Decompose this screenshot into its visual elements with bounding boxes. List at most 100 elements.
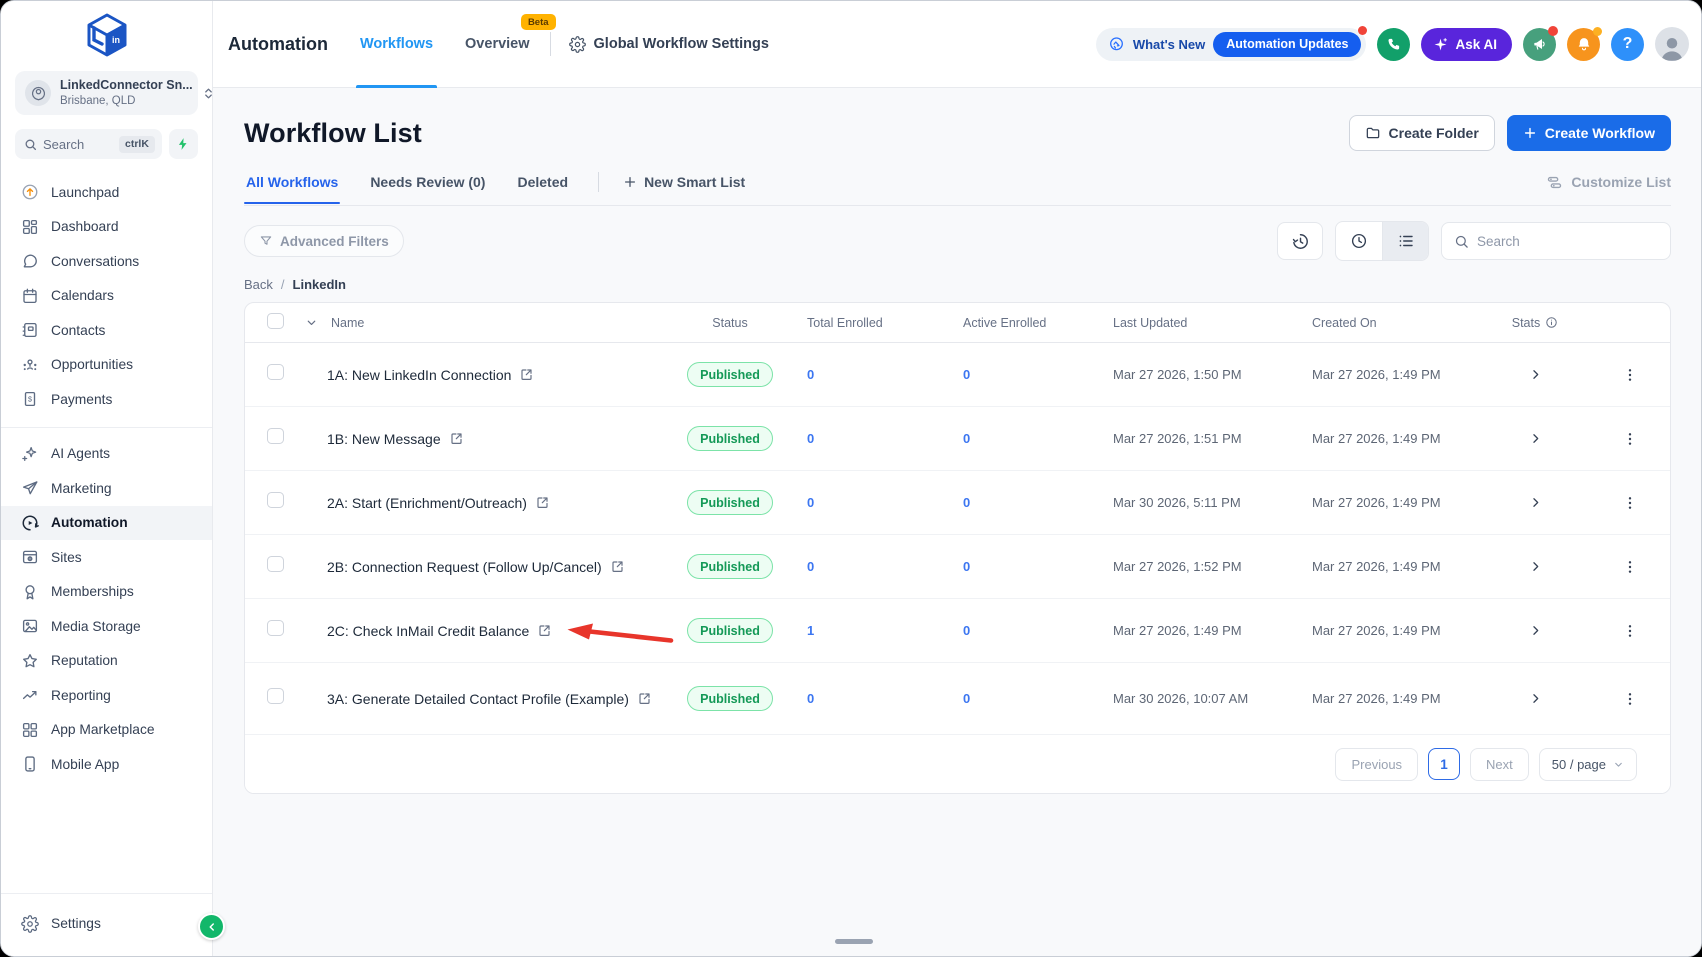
sidebar-item-reporting[interactable]: Reporting — [1, 678, 212, 713]
announcements-button[interactable] — [1523, 28, 1556, 61]
row-checkbox[interactable] — [267, 492, 284, 509]
kebab-menu-icon[interactable] — [1585, 691, 1671, 707]
new-smart-list-button[interactable]: New Smart List — [623, 174, 745, 203]
sidebar-item-reputation[interactable]: Reputation — [1, 644, 212, 679]
tab-workflows[interactable]: Workflows — [356, 1, 437, 87]
chevron-right-icon[interactable] — [1528, 559, 1543, 574]
create-folder-button[interactable]: Create Folder — [1349, 115, 1495, 151]
sidebar-item-payments[interactable]: $ Payments — [1, 382, 212, 417]
external-link-icon[interactable] — [535, 495, 550, 510]
page-number-button[interactable]: 1 — [1428, 748, 1460, 780]
advanced-filters-button[interactable]: Advanced Filters — [244, 225, 404, 257]
previous-page-button[interactable]: Previous — [1335, 748, 1418, 781]
enrollment-history-button[interactable] — [1277, 222, 1323, 260]
sidebar-item-app-marketplace[interactable]: App Marketplace — [1, 713, 212, 748]
chevron-right-icon[interactable] — [1528, 431, 1543, 446]
chevron-right-icon[interactable] — [1528, 623, 1543, 638]
account-switcher[interactable]: LinkedConnector Sn... Brisbane, QLD — [15, 71, 198, 115]
row-checkbox[interactable] — [267, 620, 284, 637]
kebab-menu-icon[interactable] — [1585, 367, 1671, 383]
workflow-name[interactable]: 2B: Connection Request (Follow Up/Cancel… — [327, 559, 602, 575]
row-checkbox[interactable] — [267, 688, 284, 705]
active-enrolled-value[interactable]: 0 — [935, 367, 1095, 382]
whats-new-button[interactable]: What's New Automation Updates — [1096, 28, 1367, 61]
sidebar-item-automation[interactable]: Automation — [1, 506, 212, 541]
total-enrolled-value[interactable]: 1 — [785, 623, 935, 638]
sidebar-item-contacts[interactable]: Contacts — [1, 313, 212, 348]
tab-deleted[interactable]: Deleted — [515, 174, 570, 203]
user-avatar[interactable] — [1655, 27, 1689, 61]
sidebar-item-launchpad[interactable]: Launchpad — [1, 175, 212, 210]
kebab-menu-icon[interactable] — [1585, 495, 1671, 511]
sidebar-item-sites[interactable]: Sites — [1, 540, 212, 575]
sidebar-item-ai-agents[interactable]: AI Agents — [1, 437, 212, 472]
tab-overview[interactable]: Overview Beta — [461, 1, 534, 87]
external-link-icon[interactable] — [449, 431, 464, 446]
notifications-button[interactable] — [1567, 28, 1600, 61]
list-search[interactable] — [1441, 222, 1671, 260]
global-workflow-settings-link[interactable]: Global Workflow Settings — [569, 1, 769, 87]
sidebar-search-input[interactable] — [43, 137, 113, 152]
sidebar-item-media-storage[interactable]: Media Storage — [1, 609, 212, 644]
ask-ai-button[interactable]: Ask AI — [1421, 28, 1512, 61]
external-link-icon[interactable] — [610, 559, 625, 574]
page-size-select[interactable]: 50 / page — [1539, 748, 1637, 781]
sidebar-collapse-button[interactable] — [198, 913, 225, 940]
workflow-name[interactable]: 1B: New Message — [327, 431, 441, 447]
active-enrolled-value[interactable]: 0 — [935, 431, 1095, 446]
app-logo[interactable]: in — [83, 11, 131, 59]
chevron-right-icon[interactable] — [1528, 495, 1543, 510]
active-enrolled-value[interactable]: 0 — [935, 623, 1095, 638]
sidebar-item-memberships[interactable]: Memberships — [1, 575, 212, 610]
next-page-button[interactable]: Next — [1470, 748, 1529, 781]
active-enrolled-value[interactable]: 0 — [935, 691, 1095, 706]
sidebar-item-mobile-app[interactable]: Mobile App — [1, 747, 212, 782]
sidebar-item-dashboard[interactable]: Dashboard — [1, 210, 212, 245]
total-enrolled-value[interactable]: 0 — [785, 495, 935, 510]
sidebar-search[interactable]: ctrlK — [15, 129, 162, 159]
workflow-name[interactable]: 3A: Generate Detailed Contact Profile (E… — [327, 691, 629, 707]
chevron-right-icon[interactable] — [1528, 367, 1543, 382]
customize-list-button[interactable]: Customize List — [1546, 174, 1671, 204]
kebab-menu-icon[interactable] — [1585, 623, 1671, 639]
row-checkbox[interactable] — [267, 428, 284, 445]
list-search-input[interactable] — [1477, 234, 1658, 249]
total-enrolled-value[interactable]: 0 — [785, 691, 935, 706]
automation-updates-pill[interactable]: Automation Updates — [1213, 32, 1361, 57]
workflow-name[interactable]: 2C: Check InMail Credit Balance — [327, 623, 529, 639]
list-view-button[interactable] — [1382, 222, 1428, 260]
row-checkbox[interactable] — [267, 364, 284, 381]
sidebar-item-conversations[interactable]: Conversations — [1, 244, 212, 279]
breadcrumb-back[interactable]: Back — [244, 277, 273, 292]
question-mark-icon: ? — [1623, 35, 1633, 53]
external-link-icon[interactable] — [519, 367, 534, 382]
total-enrolled-value[interactable]: 0 — [785, 367, 935, 382]
active-enrolled-value[interactable]: 0 — [935, 495, 1095, 510]
time-view-button[interactable] — [1336, 222, 1382, 260]
quick-actions-button[interactable] — [169, 129, 198, 159]
chevron-right-icon[interactable] — [1528, 691, 1543, 706]
sidebar-item-marketing[interactable]: Marketing — [1, 471, 212, 506]
tab-all-workflows[interactable]: All Workflows — [244, 174, 340, 203]
tab-needs-review[interactable]: Needs Review (0) — [368, 174, 487, 203]
workflow-name[interactable]: 2A: Start (Enrichment/Outreach) — [327, 495, 527, 511]
external-link-icon[interactable] — [637, 691, 652, 706]
select-all-checkbox[interactable] — [267, 313, 284, 330]
row-checkbox[interactable] — [267, 556, 284, 573]
sidebar-item-opportunities[interactable]: Opportunities — [1, 348, 212, 383]
kebab-menu-icon[interactable] — [1585, 559, 1671, 575]
help-button[interactable]: ? — [1611, 28, 1644, 61]
sidebar-item-settings[interactable]: Settings — [1, 907, 212, 942]
create-workflow-button[interactable]: Create Workflow — [1507, 115, 1671, 151]
kebab-menu-icon[interactable] — [1585, 431, 1671, 447]
external-link-icon[interactable] — [537, 623, 552, 638]
sidebar-item-calendars[interactable]: Calendars — [1, 279, 212, 314]
total-enrolled-value[interactable]: 0 — [785, 431, 935, 446]
chevron-down-icon[interactable] — [305, 316, 318, 329]
total-enrolled-value[interactable]: 0 — [785, 559, 935, 574]
active-enrolled-value[interactable]: 0 — [935, 559, 1095, 574]
info-icon[interactable] — [1545, 316, 1558, 329]
phone-button[interactable] — [1377, 28, 1410, 61]
window-resize-handle[interactable] — [835, 939, 873, 944]
workflow-name[interactable]: 1A: New LinkedIn Connection — [327, 367, 511, 383]
